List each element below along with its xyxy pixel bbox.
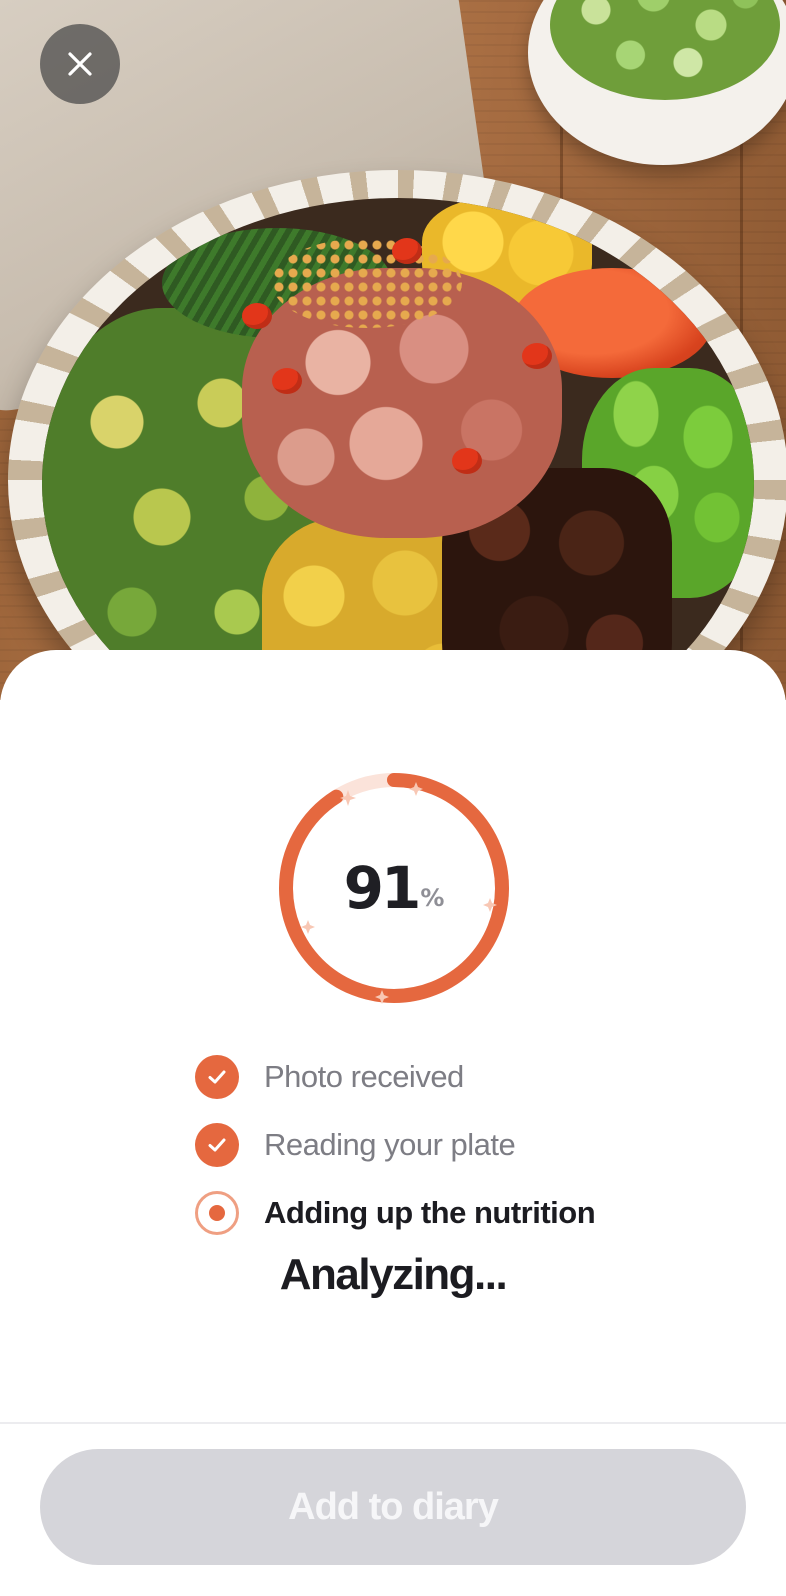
close-button[interactable] <box>40 24 120 104</box>
sauce-dot <box>392 238 422 264</box>
step-label: Photo received <box>264 1059 464 1094</box>
sauce-dot <box>452 448 482 474</box>
food-photo <box>0 0 786 700</box>
analysis-steps: Photo received Reading your plate Adding… <box>195 1043 596 1247</box>
step-adding-nutrition: Adding up the nutrition <box>195 1179 596 1247</box>
add-to-diary-button[interactable]: Add to diary <box>40 1449 746 1565</box>
step-reading-plate: Reading your plate <box>195 1111 595 1179</box>
sauce-dot <box>272 368 302 394</box>
check-icon <box>195 1055 239 1099</box>
in-progress-icon <box>195 1191 239 1235</box>
step-label: Reading your plate <box>264 1127 516 1162</box>
sauce-dot <box>522 343 552 369</box>
footer-divider <box>0 1422 786 1424</box>
step-label: Adding up the nutrition <box>264 1195 596 1230</box>
status-text: Analyzing... <box>279 1250 508 1299</box>
progress-readout: 91 % <box>274 768 514 1008</box>
pearl-topping <box>272 238 462 328</box>
progress-value: 91 <box>343 854 422 922</box>
progress-unit: % <box>420 884 445 912</box>
close-icon <box>68 52 92 76</box>
check-icon <box>195 1123 239 1167</box>
step-photo-received: Photo received <box>195 1043 595 1111</box>
sauce-dot <box>242 303 272 329</box>
cucumber-side-bowl <box>528 0 786 165</box>
